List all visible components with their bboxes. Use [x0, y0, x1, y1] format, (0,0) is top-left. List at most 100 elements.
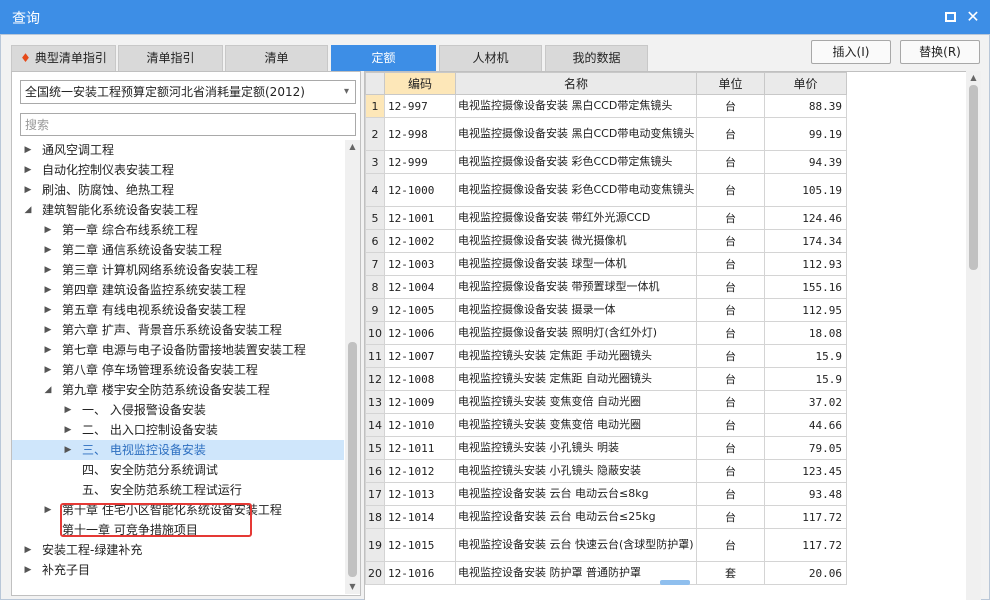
- tab-bill[interactable]: 清单: [225, 45, 328, 71]
- collapsed-arrow-icon[interactable]: ▶: [42, 500, 54, 520]
- cell-code: 12-1011: [384, 436, 456, 460]
- tree-item[interactable]: ▶ 第七章 电源与电子设备防雷接地装置安装工程: [12, 340, 344, 360]
- table-row[interactable]: 7 12-1003 电视监控摄像设备安装 球型一体机台 112.93: [365, 252, 847, 276]
- tab-typical-bill-guide[interactable]: ♦ 典型清单指引: [11, 45, 116, 71]
- close-icon[interactable]: ✕: [963, 7, 983, 27]
- tree-scrollbar[interactable]: ▲ ▼: [345, 140, 360, 594]
- table-row[interactable]: 8 12-1004 电视监控摄像设备安装 带预置球型一体机台 155.16: [365, 275, 847, 299]
- row-index: 13: [365, 390, 385, 414]
- tree-item[interactable]: ▶ 第五章 有线电视系统设备安装工程: [12, 300, 344, 320]
- table-row[interactable]: 13 12-1009 电视监控镜头安装 变焦变倍 自动光圈台 37.02: [365, 390, 847, 414]
- splitter-handle[interactable]: [660, 580, 690, 585]
- row-index: 14: [365, 413, 385, 437]
- expanded-arrow-icon[interactable]: ◢: [22, 200, 34, 220]
- search-input[interactable]: [20, 113, 356, 136]
- replace-button[interactable]: 替换(R): [900, 40, 980, 64]
- table-row[interactable]: 18 12-1014 电视监控设备安装 云台 电动云台≤25kg 台 117.72: [365, 505, 847, 529]
- tree-item-label: 第四章 建筑设备监控系统安装工程: [62, 283, 246, 297]
- table-row[interactable]: 16 12-1012 电视监控镜头安装 小孔镜头 隐蔽安装台 123.45: [365, 459, 847, 483]
- tree-item[interactable]: ▶ 安装工程-绿建补充: [12, 540, 344, 560]
- tree-item[interactable]: ▶ 第六章 扩声、背景音乐系统设备安装工程: [12, 320, 344, 340]
- table-row[interactable]: 2 12-998 电视监控摄像设备安装 黑白CCD带电动变焦镜头台 99.19: [365, 117, 847, 151]
- table-row[interactable]: 20 12-1016 电视监控设备安装 防护罩 普通防护罩套 20.06: [365, 561, 847, 585]
- tree-item[interactable]: ▶ 第八章 停车场管理系统设备安装工程: [12, 360, 344, 380]
- scroll-up-icon[interactable]: ▲: [345, 140, 360, 154]
- scroll-thumb[interactable]: [348, 342, 357, 577]
- scroll-up-icon[interactable]: ▲: [966, 71, 981, 85]
- collapsed-arrow-icon[interactable]: ▶: [62, 400, 74, 420]
- table-row[interactable]: 15 12-1011 电视监控镜头安装 小孔镜头 明装台 79.05: [365, 436, 847, 460]
- row-index: 12: [365, 367, 385, 391]
- table-row[interactable]: 12 12-1008 电视监控镜头安装 定焦距 自动光圈镜头台 15.9: [365, 367, 847, 391]
- insert-button[interactable]: 插入(I): [811, 40, 891, 64]
- cell-unit: 台: [696, 413, 765, 437]
- collapsed-arrow-icon[interactable]: ▶: [42, 340, 54, 360]
- tree-item[interactable]: ▶ 刷油、防腐蚀、绝热工程: [12, 180, 344, 200]
- maximize-icon[interactable]: [940, 7, 960, 27]
- tree-item[interactable]: ▶ 第三章 计算机网络系统设备安装工程: [12, 260, 344, 280]
- collapsed-arrow-icon[interactable]: ▶: [22, 140, 34, 160]
- column-header-name[interactable]: 名称: [455, 72, 697, 95]
- column-header-price[interactable]: 单价: [764, 72, 847, 95]
- cell-unit: 台: [696, 436, 765, 460]
- collapsed-arrow-icon[interactable]: ▶: [42, 280, 54, 300]
- tab-my-data[interactable]: 我的数据: [545, 45, 648, 71]
- collapsed-arrow-icon[interactable]: ▶: [62, 440, 74, 460]
- table-row[interactable]: 11 12-1007 电视监控镜头安装 定焦距 手动光圈镜头台 15.9: [365, 344, 847, 368]
- table-row[interactable]: 5 12-1001 电视监控摄像设备安装 带红外光源CCD 台 124.46: [365, 206, 847, 230]
- tree-item-label: 第三章 计算机网络系统设备安装工程: [62, 263, 258, 277]
- table-row[interactable]: 4 12-1000 电视监控摄像设备安装 彩色CCD带电动变焦镜头台 105.19: [365, 173, 847, 207]
- tree-item[interactable]: ▶ 三、 电视监控设备安装: [12, 440, 344, 460]
- table-row[interactable]: 19 12-1015 电视监控设备安装 云台 快速云台(含球型防护罩) 台 117.72: [365, 528, 847, 562]
- table-row[interactable]: 10 12-1006 电视监控摄像设备安装 照明灯(含红外灯) 台 18.08: [365, 321, 847, 345]
- table-row[interactable]: 9 12-1005 电视监控摄像设备安装 摄录一体台 112.95: [365, 298, 847, 322]
- collapsed-arrow-icon[interactable]: ▶: [62, 420, 74, 440]
- tree-item[interactable]: ▶ 一、 入侵报警设备安装: [12, 400, 344, 420]
- cell-unit: 套: [696, 561, 765, 585]
- collapsed-arrow-icon[interactable]: ▶: [22, 180, 34, 200]
- tree-item[interactable]: ▶ 第四章 建筑设备监控系统安装工程: [12, 280, 344, 300]
- collapsed-arrow-icon[interactable]: ▶: [42, 320, 54, 340]
- table-scrollbar[interactable]: ▲ ▼: [966, 71, 981, 600]
- window-title: 查询: [12, 11, 40, 27]
- table-row[interactable]: 6 12-1002 电视监控摄像设备安装 微光摄像机台 174.34: [365, 229, 847, 253]
- tab-bill-guide[interactable]: 清单指引: [118, 45, 223, 71]
- collapsed-arrow-icon[interactable]: ▶: [42, 260, 54, 280]
- tree-item[interactable]: ▶ 二、 出入口控制设备安装: [12, 420, 344, 440]
- tree-item[interactable]: 五、 安全防范系统工程试运行: [12, 480, 344, 500]
- tree-item[interactable]: ◢ 第九章 楼宇安全防范系统设备安装工程: [12, 380, 344, 400]
- column-header-unit[interactable]: 单位: [696, 72, 765, 95]
- collapsed-arrow-icon[interactable]: ▶: [42, 360, 54, 380]
- scroll-down-icon[interactable]: ▼: [345, 580, 360, 594]
- row-index: 9: [365, 298, 385, 322]
- tree-item[interactable]: ▶ 通风空调工程: [12, 140, 344, 160]
- cell-unit: 台: [696, 117, 765, 151]
- tree-item[interactable]: ▶ 自动化控制仪表安装工程: [12, 160, 344, 180]
- tab-labor-materials[interactable]: 人材机: [439, 45, 542, 71]
- cell-name: 电视监控镜头安装 定焦距 自动光圈镜头: [455, 367, 697, 391]
- table-row[interactable]: 17 12-1013 电视监控设备安装 云台 电动云台≤8kg 台 93.48: [365, 482, 847, 506]
- collapsed-arrow-icon[interactable]: ▶: [42, 240, 54, 260]
- collapsed-arrow-icon[interactable]: ▶: [42, 300, 54, 320]
- tab-quota[interactable]: 定额: [331, 45, 436, 71]
- column-header-code[interactable]: 编码: [384, 72, 456, 95]
- cell-unit: 台: [696, 173, 765, 207]
- tree-item-label: 第八章 停车场管理系统设备安装工程: [62, 363, 258, 377]
- tree-item[interactable]: ▶ 第一章 综合布线系统工程: [12, 220, 344, 240]
- collapsed-arrow-icon[interactable]: ▶: [42, 220, 54, 240]
- quota-library-select[interactable]: 全国统一安装工程预算定额河北省消耗量定额(2012) ▾: [20, 80, 356, 104]
- table-row[interactable]: 1 12-997 电视监控摄像设备安装 黑白CCD带定焦镜头台 88.39: [365, 94, 847, 118]
- expanded-arrow-icon[interactable]: ◢: [42, 380, 54, 400]
- tree-item[interactable]: ◢ 建筑智能化系统设备安装工程: [12, 200, 344, 220]
- tree-item[interactable]: ▶ 补充子目: [12, 560, 344, 580]
- collapsed-arrow-icon[interactable]: ▶: [22, 540, 34, 560]
- collapsed-arrow-icon[interactable]: ▶: [22, 560, 34, 580]
- scroll-thumb[interactable]: [969, 85, 978, 270]
- table-row[interactable]: 3 12-999 电视监控摄像设备安装 彩色CCD带定焦镜头台 94.39: [365, 150, 847, 174]
- tree-item-label: 第九章 楼宇安全防范系统设备安装工程: [62, 383, 270, 397]
- tree-item[interactable]: ▶ 第二章 通信系统设备安装工程: [12, 240, 344, 260]
- tree-item[interactable]: 四、 安全防范分系统调试: [12, 460, 344, 480]
- table-row[interactable]: 14 12-1010 电视监控镜头安装 变焦变倍 电动光圈台 44.66: [365, 413, 847, 437]
- cell-code: 12-1004: [384, 275, 456, 299]
- collapsed-arrow-icon[interactable]: ▶: [22, 160, 34, 180]
